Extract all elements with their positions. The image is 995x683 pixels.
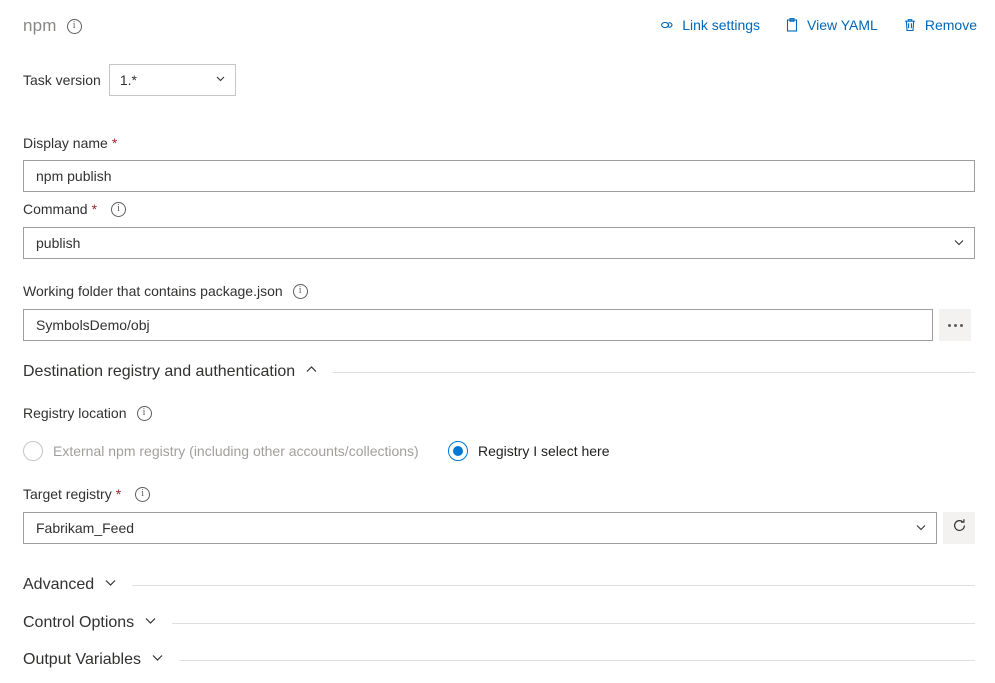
info-icon[interactable]: i <box>135 487 150 502</box>
registry-location-label: Registry location i <box>23 404 152 422</box>
working-folder-label: Working folder that contains package.jso… <box>23 282 975 300</box>
section-divider <box>179 660 975 661</box>
refresh-icon <box>951 517 968 539</box>
target-registry-value: Fabrikam_Feed <box>36 520 914 536</box>
advanced-section-toggle[interactable]: Advanced <box>23 575 118 595</box>
chevron-down-icon <box>914 520 928 537</box>
section-divider <box>172 623 975 624</box>
command-label: Command * i <box>23 200 975 218</box>
chevron-down-icon <box>214 72 227 88</box>
task-version-select[interactable]: 1.* <box>109 64 236 96</box>
radio-indicator <box>23 441 43 461</box>
working-folder-value: SymbolsDemo/obj <box>36 317 922 333</box>
required-asterisk: * <box>92 200 97 218</box>
output-variables-section: Output Variables <box>23 650 975 670</box>
working-folder-label-text: Working folder that contains package.jso… <box>23 282 283 300</box>
task-version-row: Task version 1.* <box>23 64 236 96</box>
task-version-label: Task version <box>23 72 101 88</box>
control-options-section-toggle[interactable]: Control Options <box>23 613 158 633</box>
display-name-label: Display name * <box>23 134 975 152</box>
radio-indicator <box>448 441 468 461</box>
chevron-down-icon <box>952 235 966 252</box>
display-name-value: npm publish <box>36 168 964 184</box>
clipboard-icon <box>784 17 800 33</box>
destination-section-header: Destination registry and authentication <box>23 362 975 382</box>
advanced-section-label: Advanced <box>23 576 94 594</box>
target-registry-label-text: Target registry <box>23 485 112 503</box>
required-asterisk: * <box>116 485 121 503</box>
command-value: publish <box>36 235 952 251</box>
registry-location-label-text: Registry location <box>23 404 127 422</box>
target-registry-select[interactable]: Fabrikam_Feed <box>23 512 937 544</box>
working-folder-field: Working folder that contains package.jso… <box>23 282 975 341</box>
command-select[interactable]: publish <box>23 227 975 259</box>
radio-external-npm-registry[interactable]: External npm registry (including other a… <box>23 441 448 461</box>
display-name-field: Display name * npm publish <box>23 134 975 192</box>
link-settings-label: Link settings <box>682 17 760 33</box>
registry-location-options: External npm registry (including other a… <box>23 441 610 461</box>
info-icon[interactable]: i <box>137 406 152 421</box>
advanced-section: Advanced <box>23 575 975 595</box>
ellipsis-icon <box>948 324 963 327</box>
info-icon[interactable]: i <box>293 284 308 299</box>
output-variables-section-toggle[interactable]: Output Variables <box>23 650 165 670</box>
control-options-section-label: Control Options <box>23 614 134 632</box>
remove-label: Remove <box>925 17 977 33</box>
chevron-down-icon <box>103 575 118 595</box>
link-icon <box>659 17 675 33</box>
display-name-input[interactable]: npm publish <box>23 160 975 192</box>
display-name-label-text: Display name <box>23 134 108 152</box>
target-registry-label: Target registry * i <box>23 485 975 503</box>
radio-registry-i-select-here-label: Registry I select here <box>478 443 610 459</box>
view-yaml-label: View YAML <box>807 17 878 33</box>
view-yaml-button[interactable]: View YAML <box>784 17 878 33</box>
npm-task-editor: npm i Link settings <box>0 0 995 683</box>
registry-location-field: Registry location i <box>23 404 152 422</box>
radio-registry-i-select-here[interactable]: Registry I select here <box>448 441 610 461</box>
radio-external-npm-registry-label: External npm registry (including other a… <box>53 443 419 459</box>
chevron-down-icon <box>150 650 165 670</box>
command-label-text: Command <box>23 200 88 218</box>
task-title-group: npm i <box>23 16 82 36</box>
refresh-registry-button[interactable] <box>943 512 975 544</box>
required-asterisk: * <box>112 134 117 152</box>
section-divider <box>333 372 975 373</box>
chevron-up-icon <box>304 362 319 382</box>
output-variables-section-label: Output Variables <box>23 651 141 669</box>
working-folder-row: SymbolsDemo/obj <box>23 309 975 341</box>
browse-folder-button[interactable] <box>939 309 971 341</box>
control-options-section: Control Options <box>23 613 975 633</box>
info-icon[interactable]: i <box>67 19 82 34</box>
section-divider <box>132 585 975 586</box>
page-title: npm <box>23 16 57 36</box>
chevron-down-icon <box>143 613 158 633</box>
target-registry-row: Fabrikam_Feed <box>23 512 975 544</box>
destination-section-label: Destination registry and authentication <box>23 363 295 381</box>
remove-button[interactable]: Remove <box>902 17 977 33</box>
command-field: Command * i publish <box>23 200 975 259</box>
trash-icon <box>902 17 918 33</box>
working-folder-input[interactable]: SymbolsDemo/obj <box>23 309 933 341</box>
task-version-value: 1.* <box>120 72 137 88</box>
link-settings-button[interactable]: Link settings <box>659 17 760 33</box>
header-actions: Link settings View YAML <box>659 17 977 33</box>
info-icon[interactable]: i <box>111 202 126 217</box>
task-header: npm i Link settings <box>0 0 995 55</box>
target-registry-field: Target registry * i Fabrikam_Feed <box>23 485 975 544</box>
destination-section-toggle[interactable]: Destination registry and authentication <box>23 362 319 382</box>
